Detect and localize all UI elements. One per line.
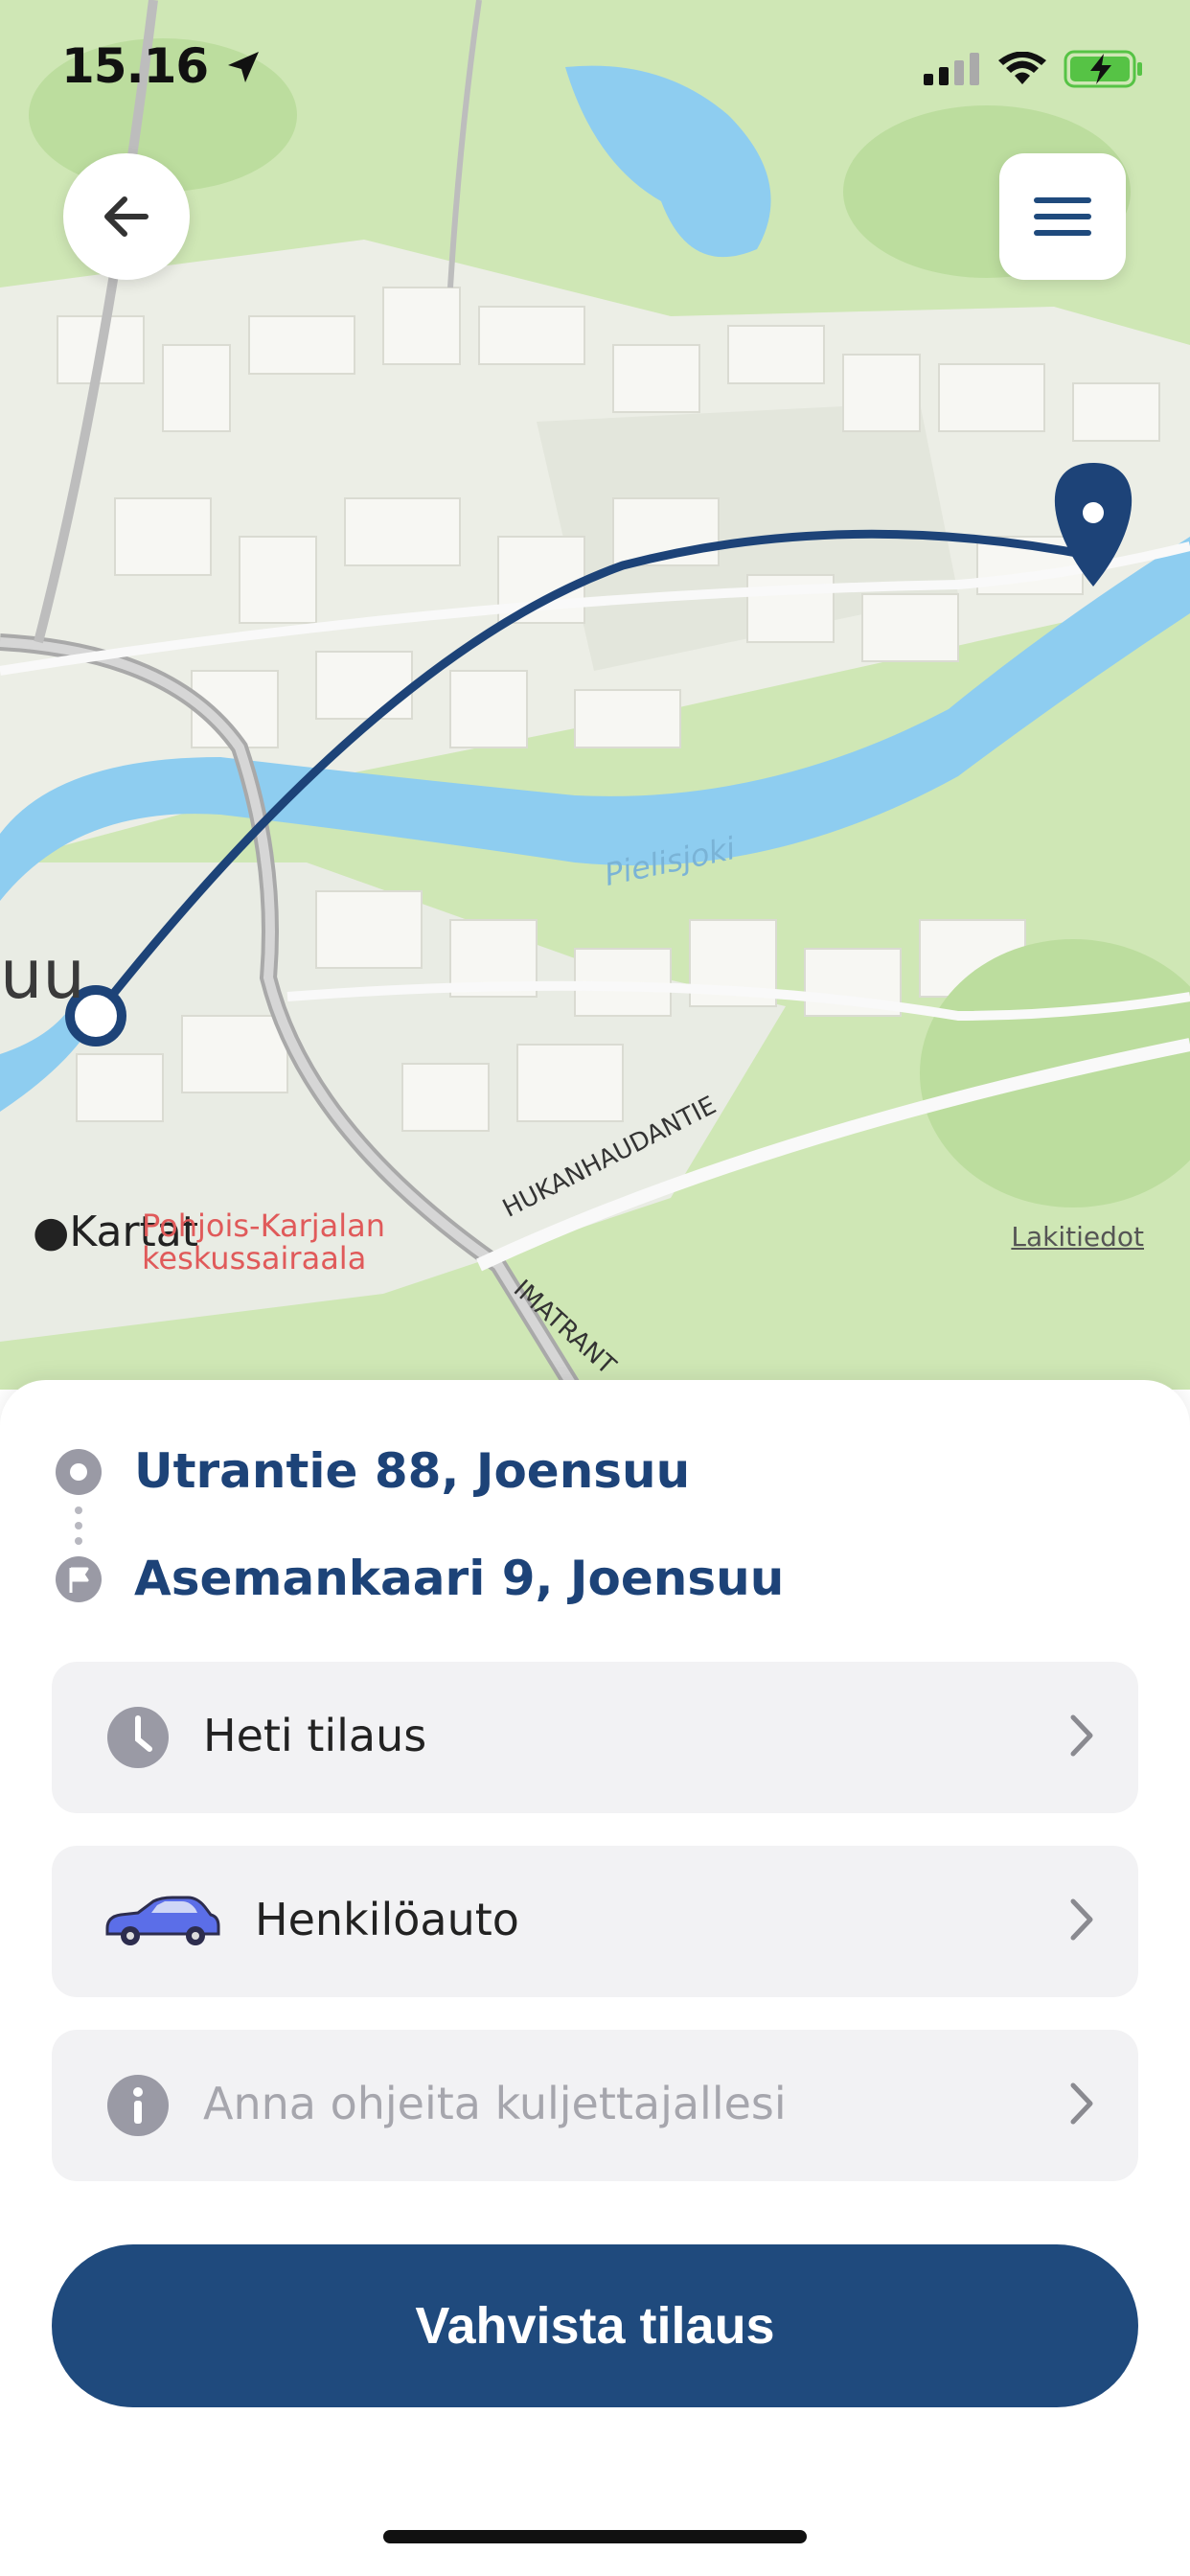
vehicle-option-row[interactable]: Henkilöauto xyxy=(52,1846,1138,1997)
menu-button[interactable] xyxy=(999,153,1126,280)
status-bar: 15.16 xyxy=(0,0,1190,144)
map-label-city: uu xyxy=(0,935,85,1014)
chevron-right-icon xyxy=(1070,1714,1093,1757)
timing-option-row[interactable]: Heti tilaus xyxy=(52,1662,1138,1813)
driver-instructions-row[interactable]: Anna ohjeita kuljettajallesi xyxy=(52,2030,1138,2181)
cellular-signal-icon xyxy=(924,53,979,85)
chevron-right-icon xyxy=(1070,2082,1093,2125)
info-icon xyxy=(107,2075,169,2136)
hamburger-menu-icon xyxy=(1034,197,1091,236)
destination-address[interactable]: Asemankaari 9, Joensuu xyxy=(134,1551,784,1606)
wifi-icon xyxy=(998,52,1046,84)
chevron-right-icon xyxy=(1070,1898,1093,1941)
route-dots-connector xyxy=(75,1506,82,1545)
origin-address[interactable]: Utrantie 88, Joensuu xyxy=(134,1443,690,1499)
map-label-hospital: Pohjois-Karjalan keskussairaala xyxy=(142,1208,386,1276)
car-icon xyxy=(105,1896,220,1945)
back-button[interactable] xyxy=(63,153,190,280)
arrow-left-icon xyxy=(104,196,149,237)
confirm-order-button[interactable]: Vahvista tilaus xyxy=(52,2244,1138,2407)
home-indicator[interactable] xyxy=(383,2530,807,2543)
status-time: 15.16 xyxy=(61,38,263,94)
location-arrow-icon xyxy=(227,52,259,82)
legal-link[interactable]: Lakitiedot xyxy=(1011,1221,1144,1253)
destination-flag-icon xyxy=(56,1556,102,1602)
vehicle-option-label: Henkilöauto xyxy=(255,1894,519,1945)
origin-dot-icon xyxy=(56,1449,102,1495)
driver-instructions-placeholder: Anna ohjeita kuljettajallesi xyxy=(203,2078,787,2129)
battery-charging-icon xyxy=(1064,50,1142,88)
timing-option-label: Heti tilaus xyxy=(203,1710,427,1761)
apple-logo-icon: ● xyxy=(33,1208,70,1256)
clock-icon xyxy=(107,1707,169,1768)
